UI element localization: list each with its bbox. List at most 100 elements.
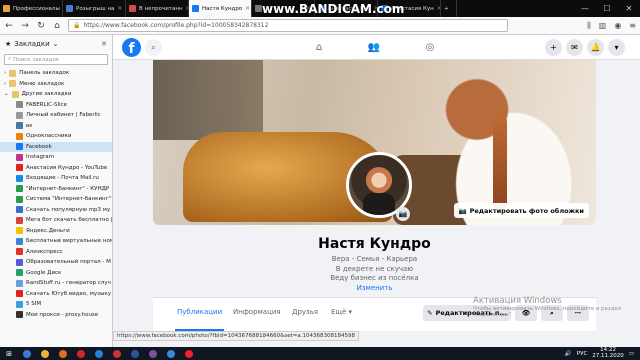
facebook-logo[interactable]: f: [122, 38, 141, 57]
search-icon[interactable]: ⌕: [145, 39, 162, 56]
watermark-subtitle: Чтобы активировать Windows, перейдите в …: [473, 306, 622, 318]
bookmark-favicon-icon: [16, 132, 23, 140]
bookmark-item[interactable]: Личный кабинет | Faberlic: [0, 110, 112, 121]
groups-icon[interactable]: ◎: [422, 39, 438, 55]
language-indicator[interactable]: РУС: [577, 351, 588, 357]
bookmark-item[interactable]: FABERLIC-Slice: [0, 100, 112, 111]
new-tab-icon[interactable]: +: [441, 0, 457, 17]
home-icon[interactable]: ⌂: [52, 21, 62, 31]
app-icon[interactable]: [108, 347, 126, 360]
opera-icon[interactable]: [72, 347, 90, 360]
library-icon[interactable]: ⫼: [587, 21, 591, 31]
word-icon[interactable]: [126, 347, 144, 360]
maximize-icon[interactable]: ☐: [596, 0, 618, 17]
tab-friends[interactable]: Друзья: [292, 308, 318, 316]
facebook-header: f ⌕ ⌂ 👥 ◎ + ✉ 🔔 ▾: [113, 35, 640, 60]
bookmark-item[interactable]: Алиэкспресс: [0, 247, 112, 258]
camera-icon[interactable]: 📷: [396, 207, 410, 221]
reload-icon[interactable]: ↻: [36, 21, 46, 31]
account-icon[interactable]: ◉: [614, 21, 621, 31]
bookmark-item[interactable]: Скачать Ютуб видео, музыку: [0, 289, 112, 300]
bookmark-folder[interactable]: › Меню закладок: [0, 79, 112, 90]
close-tab-icon[interactable]: ✕: [117, 5, 122, 12]
forward-icon[interactable]: →: [20, 21, 30, 31]
edit-bio-link[interactable]: Изменить: [153, 284, 596, 292]
bookmark-item[interactable]: Instagram: [0, 152, 112, 163]
plus-icon[interactable]: +: [545, 39, 562, 56]
bookmark-label: Входящие - Почта Mail.ru: [26, 175, 99, 182]
close-tab-icon[interactable]: ✕: [245, 5, 250, 12]
browser-icon[interactable]: [162, 347, 180, 360]
bookmark-search-input[interactable]: ⌕ Поиск закладок: [4, 54, 108, 65]
bookmark-favicon-icon: [16, 290, 23, 298]
bookmark-item[interactable]: Мои прокси - proxy.house: [0, 310, 112, 321]
bookmark-item[interactable]: Facebook: [0, 141, 112, 152]
bookmark-item[interactable]: Анастасия Кундро - YouTube: [0, 163, 112, 174]
bookmark-item[interactable]: вк: [0, 121, 112, 132]
bookmark-label: Анастасия Кундро - YouTube: [26, 164, 108, 171]
friends-icon[interactable]: 👥: [366, 39, 382, 55]
bookmark-label: FABERLIC-Slice: [26, 101, 67, 108]
account-menu-icon[interactable]: ▾: [608, 39, 625, 56]
bookmark-item[interactable]: Google Диск: [0, 268, 112, 279]
search-placeholder: Поиск закладок: [13, 56, 60, 63]
bookmark-item[interactable]: Яндекс.Деньги: [0, 226, 112, 237]
bookmark-item[interactable]: Скачать популярную mp3 му: [0, 205, 112, 216]
close-window-icon[interactable]: ✕: [618, 0, 640, 17]
viber-icon[interactable]: [144, 347, 162, 360]
star-icon: ★: [5, 40, 12, 48]
bookmark-item[interactable]: Образовательный портал - М: [0, 257, 112, 268]
bookmark-favicon-icon: [16, 122, 23, 130]
bookmark-item[interactable]: Система "Интернет-банкинг": [0, 194, 112, 205]
bookmark-folder[interactable]: ⌄ Другие закладки: [0, 89, 112, 100]
date: 27.11.2020: [592, 352, 624, 359]
tab-about[interactable]: Информация: [233, 308, 281, 316]
bookmark-item[interactable]: RandStuff.ru - генератор случ: [0, 278, 112, 289]
bookmark-item[interactable]: 5 SIM: [0, 299, 112, 310]
volume-icon[interactable]: 🔊: [565, 351, 572, 357]
browser-tab[interactable]: Настя Кундро ✕: [189, 0, 252, 17]
bookmark-favicon-icon: [16, 227, 23, 235]
clock[interactable]: 14:22 27.11.2020: [592, 347, 624, 359]
bookmark-folder[interactable]: › Панель закладок: [0, 68, 112, 79]
sidebar-header[interactable]: ★ Закладки ⌄ ✕: [0, 35, 112, 53]
browser-nav-bar: ← → ↻ ⌂ 🔒 https://www.facebook.com/profi…: [0, 17, 640, 35]
sidebar-icon[interactable]: ▥: [599, 21, 607, 31]
close-icon[interactable]: ✕: [101, 40, 107, 48]
menu-icon[interactable]: ≡: [629, 21, 636, 31]
address-bar[interactable]: 🔒 https://www.facebook.com/profile.php?i…: [68, 19, 508, 32]
minimize-icon[interactable]: —: [574, 0, 596, 17]
browser-tab[interactable]: Профессионалы✕: [0, 0, 63, 17]
avatar-dress: [363, 193, 395, 215]
toolbar-icons: ⫼ ▥ ◉ ≡: [587, 21, 636, 31]
bookmark-item[interactable]: Мега бот скачать бесплатно |: [0, 215, 112, 226]
bookmark-item[interactable]: Одноклассники: [0, 131, 112, 142]
back-icon[interactable]: ←: [4, 21, 14, 31]
edit-cover-button[interactable]: 📷 Редактировать фото обложки: [453, 203, 589, 218]
bookmark-item[interactable]: Бесплатные виртуальные ном: [0, 236, 112, 247]
bandicam-icon[interactable]: [180, 347, 198, 360]
browser-tab[interactable]: Розыгрыш на ✕: [63, 0, 126, 17]
search-icon: ⌕: [8, 56, 12, 62]
edit-cover-label: Редактировать фото обложки: [469, 206, 584, 215]
home-icon[interactable]: ⌂: [311, 39, 327, 55]
browser-tab[interactable]: В непрочитанн✕: [126, 0, 189, 17]
notification-icon[interactable]: ▭: [629, 351, 634, 357]
tab-more[interactable]: Ещё ▾: [331, 308, 352, 316]
bio-line: Веду бизнес из посёлка: [330, 274, 419, 282]
tab-posts[interactable]: Публикации: [177, 308, 222, 316]
windows-start-icon[interactable]: ⊞: [0, 347, 18, 360]
notifications-icon[interactable]: 🔔: [587, 39, 604, 56]
bookmark-item[interactable]: Входящие - Почта Mail.ru: [0, 173, 112, 184]
bookmark-favicon-icon: [16, 153, 23, 161]
explorer-icon[interactable]: [36, 347, 54, 360]
messenger-icon[interactable]: ✉: [566, 39, 583, 56]
bookmark-label: Скачать Ютуб видео, музыку: [26, 290, 111, 297]
task-view-icon[interactable]: [18, 347, 36, 360]
bookmark-item[interactable]: "Интернет-банкинг" - КУНДР: [0, 184, 112, 195]
bookmark-label: Google Диск: [26, 269, 62, 276]
store-icon[interactable]: [90, 347, 108, 360]
firefox-icon[interactable]: [54, 347, 72, 360]
bookmark-label: Instagram: [26, 154, 54, 161]
bookmark-favicon-icon: [16, 143, 23, 151]
